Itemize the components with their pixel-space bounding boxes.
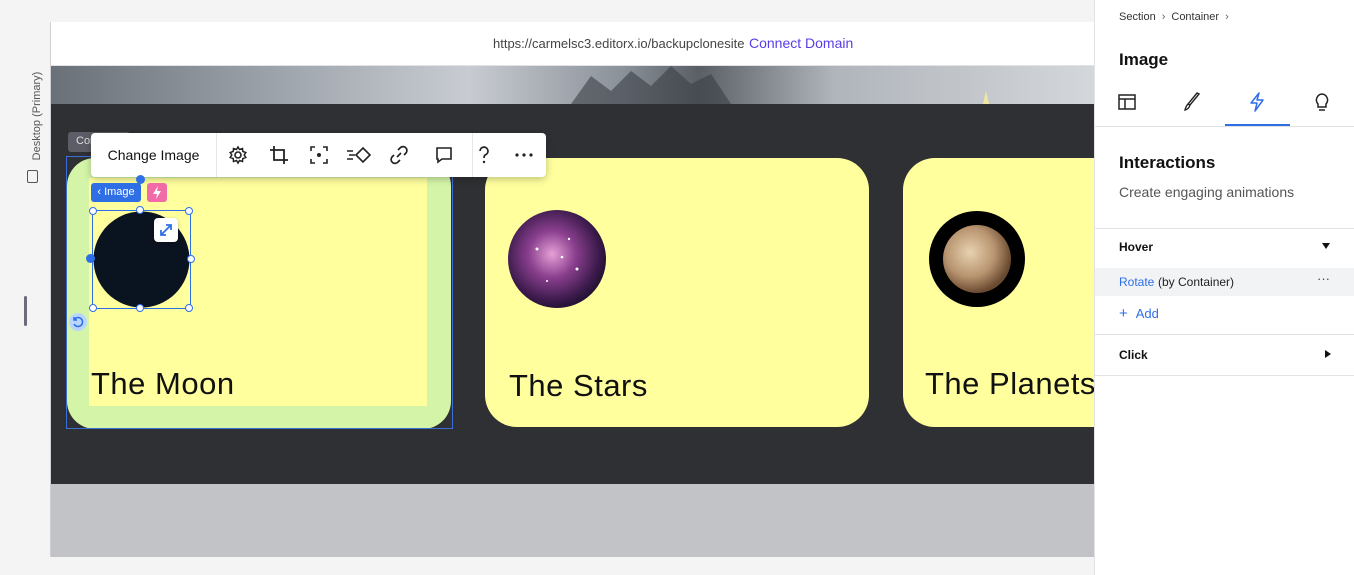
breadcrumb-section[interactable]: Section	[1119, 11, 1156, 23]
interactions-icon	[1250, 92, 1264, 112]
comment-icon[interactable]	[434, 145, 454, 165]
tab-interactions[interactable]	[1225, 80, 1290, 126]
animation-icon[interactable]	[346, 145, 372, 165]
connect-domain-link[interactable]: Connect Domain	[749, 35, 853, 51]
breadcrumb-container[interactable]: Container	[1171, 11, 1219, 23]
help-icon[interactable]	[474, 145, 494, 165]
tab-ideas[interactable]	[1290, 80, 1354, 126]
tab-layout[interactable]	[1095, 80, 1160, 126]
editor-canvas[interactable]: https://carmelsc3.editorx.io/backupclone…	[50, 22, 1123, 557]
breadcrumb: Section › Container ›	[1119, 11, 1235, 23]
card-title-planets[interactable]: The Planets	[925, 366, 1096, 402]
link-icon[interactable]	[389, 145, 409, 165]
resize-handle-l[interactable]	[86, 254, 95, 263]
resize-handle-tl[interactable]	[89, 207, 97, 215]
stretch-icon[interactable]	[154, 218, 178, 242]
chevron-right-icon: ›	[1225, 11, 1229, 23]
resize-handle[interactable]	[24, 296, 27, 326]
add-interaction-button[interactable]: + Add	[1119, 305, 1159, 322]
ideas-icon	[1315, 93, 1329, 111]
hero-texture	[571, 66, 989, 104]
tab-design[interactable]	[1160, 80, 1225, 126]
stars-image[interactable]	[507, 209, 607, 309]
device-selector[interactable]: Desktop (Primary)	[22, 60, 46, 190]
divider	[1095, 375, 1354, 376]
resize-handle-r[interactable]	[187, 255, 195, 263]
resize-handle-tr[interactable]	[185, 207, 193, 215]
caret-down-icon[interactable]	[1322, 243, 1330, 249]
resize-handle-br[interactable]	[185, 304, 193, 312]
planets-image[interactable]	[928, 210, 1026, 308]
rotate-reset-icon[interactable]	[69, 313, 87, 331]
more-icon[interactable]	[514, 145, 534, 165]
panel-tabs	[1095, 80, 1354, 127]
toolbar-divider	[472, 133, 473, 177]
hover-trigger-label[interactable]: Hover	[1119, 240, 1153, 254]
device-strip: Desktop (Primary)	[0, 0, 50, 575]
chevron-right-icon: ›	[1161, 11, 1166, 23]
device-label: Desktop (Primary)	[31, 71, 43, 161]
interactions-heading: Interactions	[1119, 153, 1216, 172]
plus-icon: +	[1119, 305, 1128, 322]
add-label: Add	[1135, 306, 1159, 321]
image-selection-tag[interactable]: ‹ Image	[91, 183, 141, 202]
rotate-link[interactable]: Rotate	[1119, 275, 1154, 289]
settings-icon[interactable]	[228, 145, 248, 165]
image-toolbar: Change Image	[91, 133, 546, 177]
more-icon[interactable]: ···	[1317, 271, 1330, 286]
inspector-panel: Section › Container › Image Interactions Cr…	[1094, 0, 1354, 575]
design-icon	[1184, 92, 1201, 111]
interactions-subtitle: Create engaging animations	[1119, 184, 1295, 200]
card-planets[interactable]: The Planets	[903, 158, 1123, 427]
caret-right-icon[interactable]	[1325, 350, 1331, 358]
crop-icon[interactable]	[269, 145, 289, 165]
layout-icon	[1118, 94, 1136, 110]
resize-handle-b[interactable]	[136, 304, 144, 312]
panel-title: Image	[1119, 50, 1169, 69]
site-url: https://carmelsc3.editorx.io/backupclone…	[493, 36, 745, 51]
card-title-stars[interactable]: The Stars	[509, 368, 648, 404]
hero-image[interactable]	[51, 66, 1095, 104]
click-trigger-label[interactable]: Click	[1119, 348, 1148, 362]
top-handle[interactable]	[136, 175, 145, 184]
rotate-target: (by Container)	[1158, 275, 1235, 289]
change-image-button[interactable]: Change Image	[91, 133, 217, 177]
focal-point-icon[interactable]	[309, 145, 329, 165]
site-url-bar: https://carmelsc3.editorx.io/backupclone…	[51, 22, 1095, 66]
interaction-bolt-icon[interactable]	[147, 183, 167, 202]
divider	[1095, 228, 1354, 229]
resize-handle-t[interactable]	[136, 206, 144, 214]
interaction-item-rotate[interactable]: Rotate (by Container) ···	[1095, 268, 1354, 296]
resize-handle-bl[interactable]	[89, 304, 97, 312]
desktop-icon	[27, 170, 38, 183]
card-stars[interactable]: The Stars	[485, 158, 869, 427]
divider	[1095, 334, 1354, 335]
